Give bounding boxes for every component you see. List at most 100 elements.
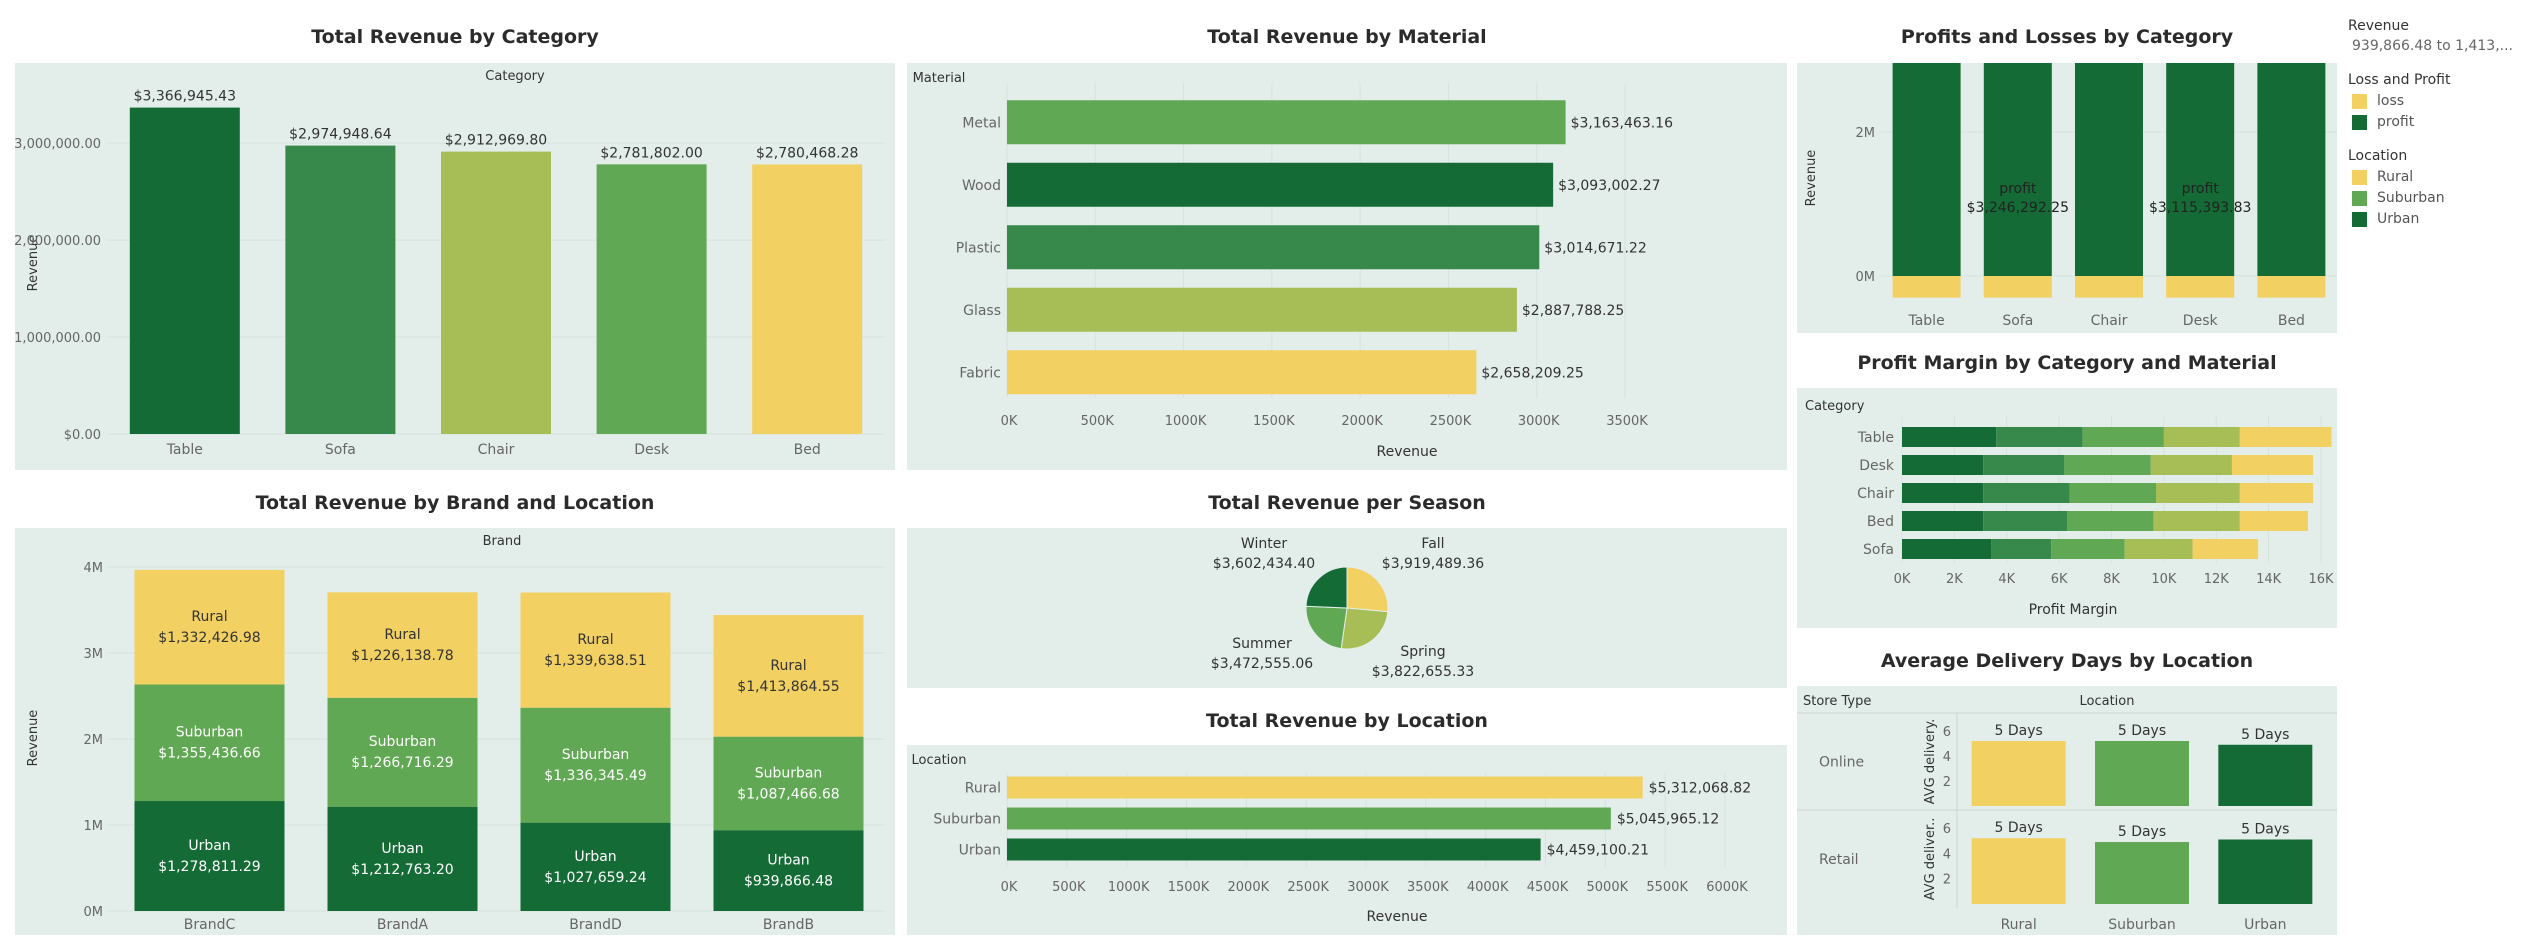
bar-fabric[interactable] xyxy=(1007,350,1477,395)
segment-value: $1,226,138.78 xyxy=(351,648,453,664)
legend-label-suburban: Suburban xyxy=(2377,190,2445,206)
slice-fall[interactable] xyxy=(1346,566,1389,613)
stack-brandc-suburban[interactable] xyxy=(134,684,285,802)
segment-chair-1[interactable] xyxy=(1983,483,2070,503)
bar-rural[interactable] xyxy=(1007,776,1643,799)
bar-retail-rural[interactable] xyxy=(1971,838,2066,904)
y-tick-label: Fabric xyxy=(959,365,1001,381)
segment-desk-1[interactable] xyxy=(1983,455,2065,475)
segment-table-1[interactable] xyxy=(1996,427,2083,447)
segment-desk-2[interactable] xyxy=(2064,455,2151,475)
segment-chair-0[interactable] xyxy=(1902,483,1984,503)
bar-suburban[interactable] xyxy=(1007,807,1611,830)
profit-bar-bed[interactable] xyxy=(2257,63,2326,277)
segment-desk-3[interactable] xyxy=(2150,455,2232,475)
slice-spring[interactable] xyxy=(1340,607,1389,650)
stack-brandc-rural[interactable] xyxy=(134,569,285,685)
segment-value: $1,413,864.55 xyxy=(737,679,839,695)
segment-desk-4[interactable] xyxy=(2231,455,2314,475)
x-tick-label: Bed xyxy=(2278,313,2305,329)
stack-brandb-urban[interactable] xyxy=(713,830,864,911)
chart-season: Fall $3,919,489.36 Spring $3,822,655.33 Summ… xyxy=(907,528,1787,688)
segment-chair-3[interactable] xyxy=(2156,483,2240,503)
stack-branda-suburban[interactable] xyxy=(327,697,478,807)
segment-table-4[interactable] xyxy=(2239,427,2332,447)
segment-table-2[interactable] xyxy=(2082,427,2164,447)
segment-sofa-1[interactable] xyxy=(1991,539,2052,559)
legend-swatch-loss xyxy=(2352,93,2367,109)
chart-delivery: Store Type Location Online AVG delivery. 2 4 6… xyxy=(1797,686,2337,935)
segment-value: $1,332,426.98 xyxy=(158,630,260,646)
bar-sofa[interactable] xyxy=(285,145,396,434)
stack-branda-urban[interactable] xyxy=(327,806,478,911)
loss-bar-sofa[interactable] xyxy=(1983,276,2052,298)
stack-brandd-suburban[interactable] xyxy=(520,707,671,823)
stack-brandc-urban[interactable] xyxy=(134,801,285,911)
legend-loss-profit-title: Loss and Profit xyxy=(2348,72,2451,88)
segment-sofa-2[interactable] xyxy=(2051,539,2125,559)
bar-metal[interactable] xyxy=(1007,100,1566,145)
bar-glass[interactable] xyxy=(1007,287,1517,332)
segment-table-0[interactable] xyxy=(1902,427,1997,447)
bar-plastic[interactable] xyxy=(1007,225,1540,270)
legend-item-loss[interactable]: loss xyxy=(2348,93,2524,109)
bar-table[interactable] xyxy=(129,107,240,434)
y-tick-label: 2 xyxy=(1943,873,1951,888)
profit-bar-chair[interactable] xyxy=(2075,63,2143,276)
bar-retail-urban[interactable] xyxy=(2218,839,2313,905)
loss-bar-table[interactable] xyxy=(1892,276,1961,298)
bar-online-suburban[interactable] xyxy=(2095,741,2189,806)
legend-item-urban[interactable]: Urban xyxy=(2348,211,2524,227)
segment-chair-4[interactable] xyxy=(2239,483,2314,503)
y-tick-label: Table xyxy=(1857,430,1894,446)
legend-item-suburban[interactable]: Suburban xyxy=(2348,190,2524,206)
bar-online-urban[interactable] xyxy=(2218,744,2313,806)
stack-brandb-rural[interactable] xyxy=(713,615,864,737)
legend-item-profit[interactable]: profit xyxy=(2348,114,2524,130)
stack-brandb-suburban[interactable] xyxy=(713,736,864,831)
slice-winter[interactable] xyxy=(1305,566,1348,609)
x-tick-label: 3000K xyxy=(1518,414,1560,429)
legend-swatch-profit xyxy=(2352,114,2367,130)
chart-location-revenue: Location 0K 500K 1000K 1500K 2000K 2500K 3000K 3… xyxy=(907,745,1787,935)
bar-urban[interactable] xyxy=(1007,838,1541,861)
stack-branda-rural[interactable] xyxy=(327,592,478,698)
x-tick-label: Chair xyxy=(2091,313,2128,329)
segment-chair-2[interactable] xyxy=(2069,483,2157,503)
segment-bed-3[interactable] xyxy=(2153,511,2240,531)
bar-bed[interactable] xyxy=(752,164,863,435)
segment-bed-0[interactable] xyxy=(1902,511,1984,531)
loss-bar-chair[interactable] xyxy=(2075,276,2143,298)
stack-brandd-urban[interactable] xyxy=(520,822,671,911)
loss-bar-desk[interactable] xyxy=(2166,276,2235,298)
segment-table-3[interactable] xyxy=(2163,427,2240,447)
loss-bar-bed[interactable] xyxy=(2257,276,2326,298)
segment-desk-0[interactable] xyxy=(1902,455,1984,475)
stack-brandd-rural[interactable] xyxy=(520,592,671,708)
profit-bar-sofa[interactable] xyxy=(1983,63,2052,276)
segment-label: Rural xyxy=(770,658,806,674)
segment-sofa-4[interactable] xyxy=(2192,539,2259,559)
revenue-filter-range[interactable]: 939,866.48 to 1,413,... xyxy=(2352,38,2524,54)
x-tick-label: Sofa xyxy=(325,442,356,458)
p-cat-svg: CategoryRevenue$0.00$1,000,000.00$2,000,… xyxy=(15,69,885,458)
segment-sofa-3[interactable] xyxy=(2124,539,2193,559)
bar-wood[interactable] xyxy=(1007,162,1554,207)
segment-bed-1[interactable] xyxy=(1983,511,2067,531)
slice-summer[interactable] xyxy=(1305,605,1348,650)
segment-bed-4[interactable] xyxy=(2239,511,2308,531)
chart-material-revenue: Material 0K 500K 1000K 1500K 2000K 2500K 3000K 3… xyxy=(907,63,1787,470)
bar-retail-suburban[interactable] xyxy=(2095,842,2189,904)
bar-desk[interactable] xyxy=(596,164,707,434)
segment-sofa-0[interactable] xyxy=(1902,539,1992,559)
segment-label: Suburban xyxy=(755,765,823,781)
profit-bar-desk[interactable] xyxy=(2166,63,2235,276)
annotation-series: profit xyxy=(1999,181,2037,197)
data-label: 5 Days xyxy=(2118,723,2166,739)
bar-online-rural[interactable] xyxy=(1971,741,2066,806)
bar-chair[interactable] xyxy=(441,151,551,434)
segment-bed-2[interactable] xyxy=(2066,511,2154,531)
legend-item-rural[interactable]: Rural xyxy=(2348,169,2524,185)
slice-name-label: Fall xyxy=(1421,536,1444,552)
profit-bar-table[interactable] xyxy=(1892,63,1961,277)
